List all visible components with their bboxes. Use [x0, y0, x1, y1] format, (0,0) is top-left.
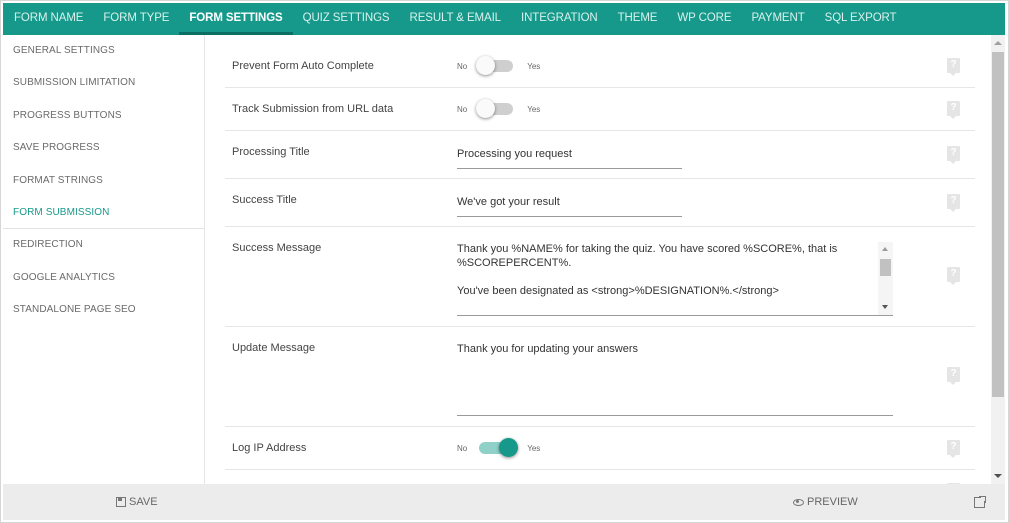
toggle-knob[interactable]: [476, 56, 496, 75]
setting-row-update-message: Update Message Thank you for updating yo…: [225, 327, 975, 427]
external-link-icon: [974, 494, 987, 508]
update-message-label: Update Message: [232, 342, 316, 354]
main-tab-bar: FORM NAME FORM TYPE FORM SETTINGS QUIZ S…: [3, 3, 1005, 35]
tab-theme[interactable]: THEME: [608, 3, 668, 35]
scroll-thumb[interactable]: [992, 52, 1004, 397]
setting-row-log-ip: Log IP Address No Yes ?: [225, 427, 975, 470]
sidebar-item-form-submission[interactable]: FORM SUBMISSION: [3, 197, 204, 230]
footer-bar: SAVE PREVIEW: [3, 484, 1005, 520]
main-scrollbar[interactable]: [991, 35, 1005, 484]
setting-row-partial: ?: [225, 470, 975, 484]
scroll-thumb[interactable]: [880, 259, 891, 276]
log-ip-label: Log IP Address: [232, 442, 307, 454]
auto-complete-toggle[interactable]: No Yes: [457, 56, 541, 75]
preview-label: PREVIEW: [807, 496, 858, 508]
toggle-knob[interactable]: [476, 99, 496, 118]
sidebar-item-standalone-page-seo[interactable]: STANDALONE PAGE SEO: [3, 294, 204, 326]
tab-payment[interactable]: PAYMENT: [741, 3, 814, 35]
help-icon[interactable]: ?: [947, 367, 960, 385]
processing-title-input[interactable]: Processing you request: [457, 148, 682, 169]
toggle-yes-label: Yes: [527, 61, 541, 71]
success-message-label: Success Message: [232, 242, 322, 254]
setting-row-success-message: Success Message Thank you %NAME% for tak…: [225, 227, 975, 327]
sidebar-item-save-progress[interactable]: SAVE PROGRESS: [3, 132, 204, 164]
sidebar-item-format-strings[interactable]: FORMAT STRINGS: [3, 165, 204, 197]
tab-form-settings[interactable]: FORM SETTINGS: [179, 3, 293, 35]
toggle-no-label: No: [457, 104, 468, 114]
open-external-button[interactable]: [974, 484, 987, 520]
scroll-up-arrow-icon[interactable]: [994, 41, 1002, 45]
preview-button[interactable]: PREVIEW: [793, 484, 858, 520]
tab-result-email[interactable]: RESULT & EMAIL: [400, 3, 511, 35]
toggle-track[interactable]: [476, 99, 514, 118]
eye-icon: [793, 498, 804, 506]
help-icon[interactable]: ?: [947, 267, 960, 285]
setting-row-auto-complete: Prevent Form Auto Complete No Yes ?: [225, 45, 975, 88]
sidebar-item-google-analytics[interactable]: GOOGLE ANALYTICS: [3, 262, 204, 294]
scroll-down-arrow-icon[interactable]: [882, 305, 888, 309]
help-icon[interactable]: ?: [947, 146, 960, 164]
toggle-knob[interactable]: [499, 438, 519, 457]
toggle-track[interactable]: [479, 438, 519, 457]
tab-form-name[interactable]: FORM NAME: [4, 3, 93, 35]
toggle-yes-label: Yes: [527, 443, 541, 453]
scroll-down-arrow-icon[interactable]: [994, 474, 1002, 478]
tab-wp-core[interactable]: WP CORE: [667, 3, 741, 35]
help-icon[interactable]: ?: [947, 58, 960, 76]
tab-sql-export[interactable]: SQL EXPORT: [815, 3, 907, 35]
textarea-scrollbar[interactable]: [878, 242, 893, 315]
floppy-disk-icon: [116, 497, 126, 507]
success-title-input[interactable]: We've got your result: [457, 196, 682, 217]
track-url-toggle[interactable]: No Yes: [457, 99, 541, 118]
auto-complete-label: Prevent Form Auto Complete: [232, 60, 374, 72]
processing-title-label: Processing Title: [232, 146, 310, 158]
track-url-label: Track Submission from URL data: [232, 103, 394, 115]
scroll-up-arrow-icon[interactable]: [882, 247, 888, 251]
help-icon[interactable]: ?: [947, 440, 960, 458]
success-message-line-2: You've been designated as <strong>%DESIG…: [457, 285, 779, 297]
sidebar-item-redirection[interactable]: REDIRECTION: [3, 229, 204, 261]
settings-sidebar: GENERAL SETTINGS SUBMISSION LIMITATION P…: [3, 35, 205, 484]
save-label: SAVE: [129, 496, 158, 508]
toggle-track[interactable]: [476, 56, 514, 75]
setting-row-processing-title: Processing Title Processing you request …: [225, 131, 975, 179]
toggle-no-label: No: [457, 443, 468, 453]
setting-row-success-title: Success Title We've got your result ?: [225, 179, 975, 227]
success-message-textarea[interactable]: Thank you %NAME% for taking the quiz. Yo…: [457, 242, 893, 316]
tab-integration[interactable]: INTEGRATION: [511, 3, 608, 35]
sidebar-item-general-settings[interactable]: GENERAL SETTINGS: [3, 35, 204, 67]
update-message-textarea[interactable]: Thank you for updating your answers: [457, 342, 893, 416]
help-icon[interactable]: ?: [947, 101, 960, 119]
setting-row-track-url: Track Submission from URL data No Yes ?: [225, 88, 975, 131]
sidebar-item-submission-limitation[interactable]: SUBMISSION LIMITATION: [3, 67, 204, 99]
settings-panel: Prevent Form Auto Complete No Yes ? Trac…: [205, 35, 991, 484]
success-title-label: Success Title: [232, 194, 297, 206]
success-message-line-1: Thank you %NAME% for taking the quiz. Yo…: [457, 243, 838, 269]
toggle-yes-label: Yes: [527, 104, 541, 114]
log-ip-toggle[interactable]: No Yes: [457, 438, 541, 457]
tab-quiz-settings[interactable]: QUIZ SETTINGS: [293, 3, 400, 35]
toggle-no-label: No: [457, 61, 468, 71]
save-button[interactable]: SAVE: [116, 484, 158, 520]
tab-form-type[interactable]: FORM TYPE: [93, 3, 179, 35]
sidebar-item-progress-buttons[interactable]: PROGRESS BUTTONS: [3, 100, 204, 132]
help-icon[interactable]: ?: [947, 194, 960, 212]
